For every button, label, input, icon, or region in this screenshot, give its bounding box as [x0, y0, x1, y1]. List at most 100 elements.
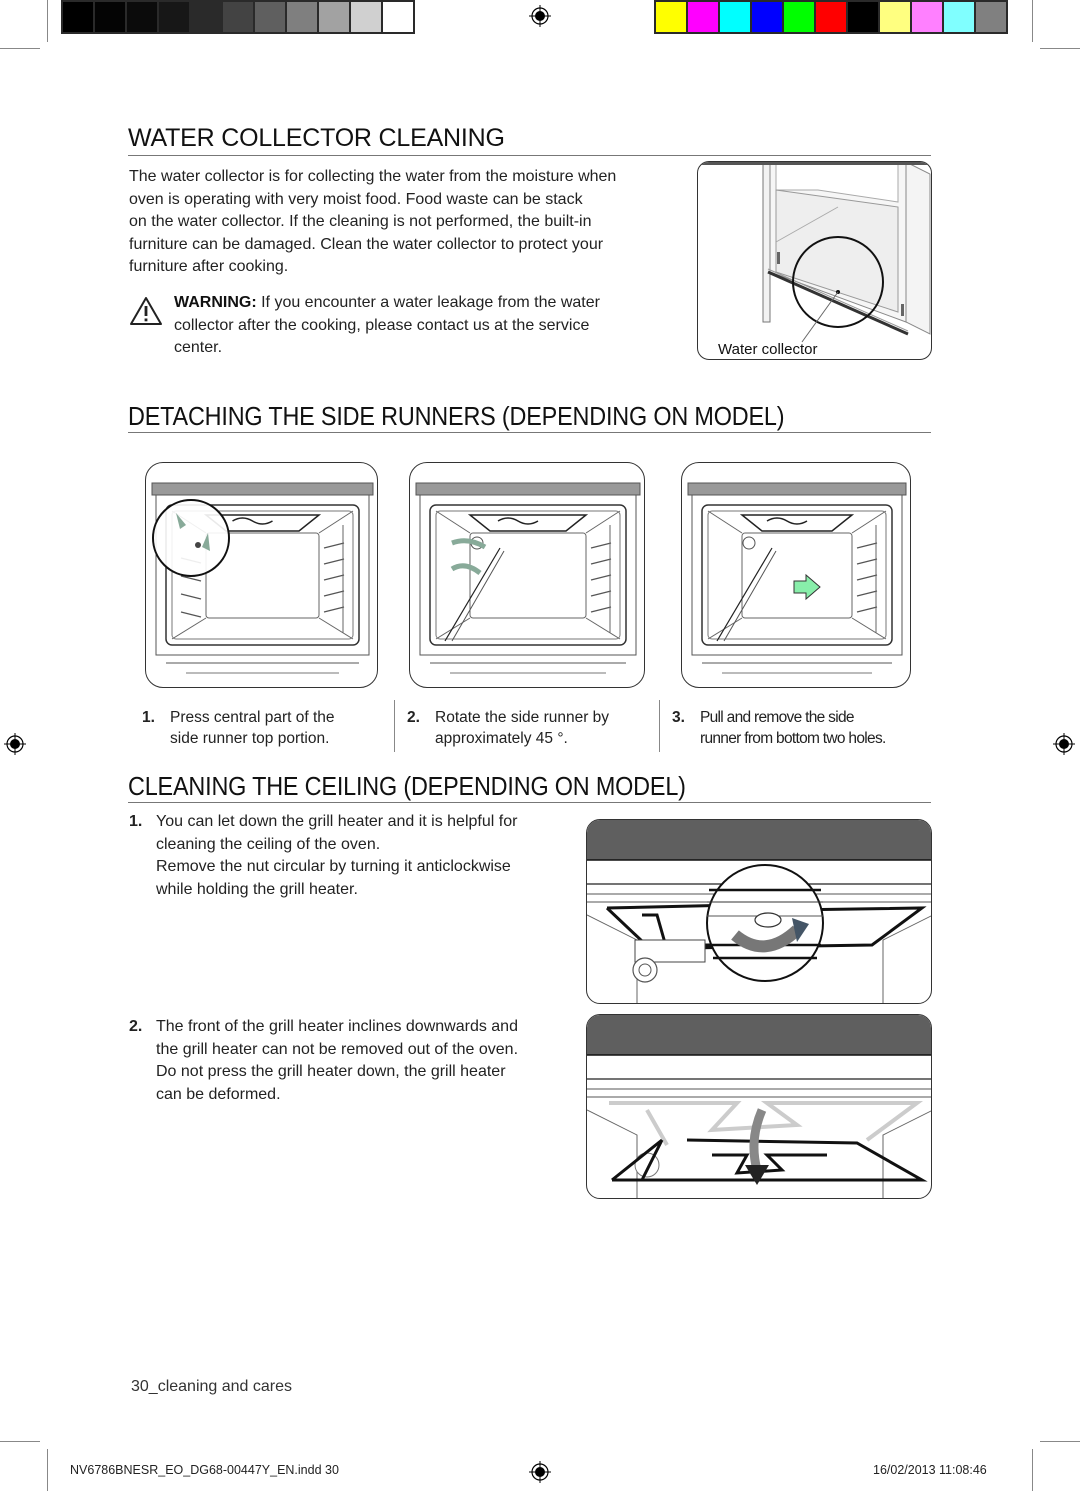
text-line: furniture can be damaged. Clean the wate…: [129, 235, 604, 253]
color-swatch: [720, 2, 750, 32]
crop-mark: [1040, 1441, 1080, 1442]
step-divider: [659, 700, 660, 752]
text-line: oven is operating with very moist food. …: [129, 190, 583, 208]
oven-interior-illustration: [415, 482, 641, 674]
text-line: while holding the grill heater.: [156, 880, 358, 898]
grill-heater-lowered-illustration: [587, 1015, 931, 1198]
oven-interior-illustration: [687, 482, 907, 674]
illustration-stroke: [195, 542, 201, 548]
step-number: 1.: [129, 813, 143, 830]
illustration-stroke: [742, 536, 756, 550]
grayscale-calibration-bar: [61, 0, 415, 34]
grill-heater-nut-illustration: [587, 820, 931, 1003]
section-title-water-collector: WATER COLLECTOR CLEANING: [128, 124, 505, 152]
print-timestamp: 16/02/2013 11:08:46: [873, 1463, 987, 1477]
step-number: 3.: [672, 709, 685, 726]
text-span: If you encounter a water leakage from th…: [256, 294, 600, 311]
crop-mark: [0, 1441, 40, 1442]
illustration-stroke: [467, 514, 589, 532]
crop-mark: [0, 48, 40, 49]
oven-interior-illustration: [151, 482, 374, 674]
step-number: 2.: [129, 1018, 143, 1035]
text-line: Do not press the grill heater down, the …: [156, 1063, 506, 1080]
registration-mark-icon: [529, 5, 551, 27]
text-line: Pull and remove the side: [700, 709, 855, 726]
text-line: approximately 45 °.: [435, 730, 568, 747]
registration-mark-icon: [529, 1461, 551, 1483]
section-rule: [128, 802, 931, 803]
step-divider: [394, 700, 395, 752]
text-line: side runner top portion.: [170, 730, 330, 747]
warning-label: WARNING:: [174, 294, 257, 311]
text-line: Remove the nut circular by turning it an…: [156, 858, 511, 875]
section-title-ceiling: CLEANING THE CEILING (DEPENDING ON MODEL…: [128, 771, 686, 801]
color-swatch: [752, 2, 782, 32]
illustration-stroke: [151, 482, 374, 496]
color-swatch: [223, 2, 253, 32]
color-swatch: [319, 2, 349, 32]
crop-mark: [1040, 48, 1080, 49]
color-swatch: [912, 2, 942, 32]
side-runner-step-1-figure: [145, 462, 378, 688]
text-line: the grill heater can not be removed out …: [156, 1040, 519, 1058]
color-swatch: [127, 2, 157, 32]
color-swatch: [95, 2, 125, 32]
water-collector-caption: Water collector: [718, 341, 818, 358]
color-swatch: [255, 2, 285, 32]
step-text: The front of the grill heater inclines d…: [156, 1016, 518, 1106]
side-runner-step-2-figure: [409, 462, 645, 688]
text-line: center.: [174, 339, 223, 356]
crop-mark: [47, 1449, 48, 1491]
section-title-side-runners: DETACHING THE SIDE RUNNERS (DEPENDING ON…: [128, 401, 785, 431]
registration-mark-icon: [1053, 733, 1075, 755]
section-rule: [128, 432, 931, 433]
water-collector-figure: Water collector: [697, 161, 932, 360]
text-line: furniture after cooking.: [129, 258, 289, 275]
step-text: Pull and remove the side runner from bott…: [700, 707, 886, 749]
step-text: Press central part of the side runner top…: [170, 707, 335, 749]
illustration-stroke: [687, 482, 907, 496]
warning-text: WARNING: If you encounter a water leakag…: [174, 292, 674, 360]
text-line: on the water collector. If the cleaning …: [129, 213, 592, 230]
registration-mark-icon: [4, 733, 26, 755]
color-swatch: [351, 2, 381, 32]
text-line: Rotate the side runner by: [435, 709, 610, 726]
text-line: The water collector is for collecting th…: [129, 168, 617, 185]
color-swatch: [159, 2, 189, 32]
ceiling-step-2-figure: [586, 1014, 932, 1199]
color-swatch: [287, 2, 317, 32]
step-text: Rotate the side runner by approximately 4…: [435, 707, 609, 749]
color-swatch: [63, 2, 93, 32]
text-line: can be deformed.: [156, 1085, 281, 1103]
text-line: cleaning the ceiling of the oven.: [156, 835, 381, 853]
color-swatch: [816, 2, 846, 32]
color-swatch: [944, 2, 974, 32]
text-line: Press central part of the: [170, 709, 335, 726]
text-line: The front of the grill heater inclines d…: [156, 1018, 518, 1035]
color-swatch: [383, 2, 413, 32]
warning-triangle-icon: [130, 297, 162, 325]
illustration-stroke: [739, 514, 855, 532]
color-calibration-bar: [654, 0, 1008, 34]
text-line: runner from bottom two holes.: [700, 730, 886, 747]
oven-door-illustration: [698, 162, 931, 343]
text-line: WARNING: If you encounter a water leakag…: [174, 292, 674, 315]
color-swatch: [688, 2, 718, 32]
illustration-stroke: [415, 482, 641, 496]
text-line: You can let down the grill heater and it…: [156, 813, 518, 830]
page-footer-label: 30_cleaning and cares: [131, 1378, 293, 1395]
text-line: collector after the cooking, please cont…: [174, 316, 590, 334]
crop-mark: [1032, 1449, 1033, 1491]
crop-mark: [47, 0, 48, 42]
step-number: 1.: [142, 709, 155, 726]
crop-mark: [1032, 0, 1033, 42]
color-swatch: [656, 2, 686, 32]
illustration-stroke: [152, 499, 230, 577]
file-slug: NV6786BNESR_EO_DG68-00447Y_EN.indd 30: [70, 1463, 339, 1477]
color-swatch: [848, 2, 878, 32]
step-number: 2.: [407, 709, 420, 726]
step-text: You can let down the grill heater and it…: [156, 811, 517, 901]
side-runner-step-3-figure: [681, 462, 911, 688]
color-swatch: [191, 2, 221, 32]
illustration-stroke: [741, 532, 853, 619]
